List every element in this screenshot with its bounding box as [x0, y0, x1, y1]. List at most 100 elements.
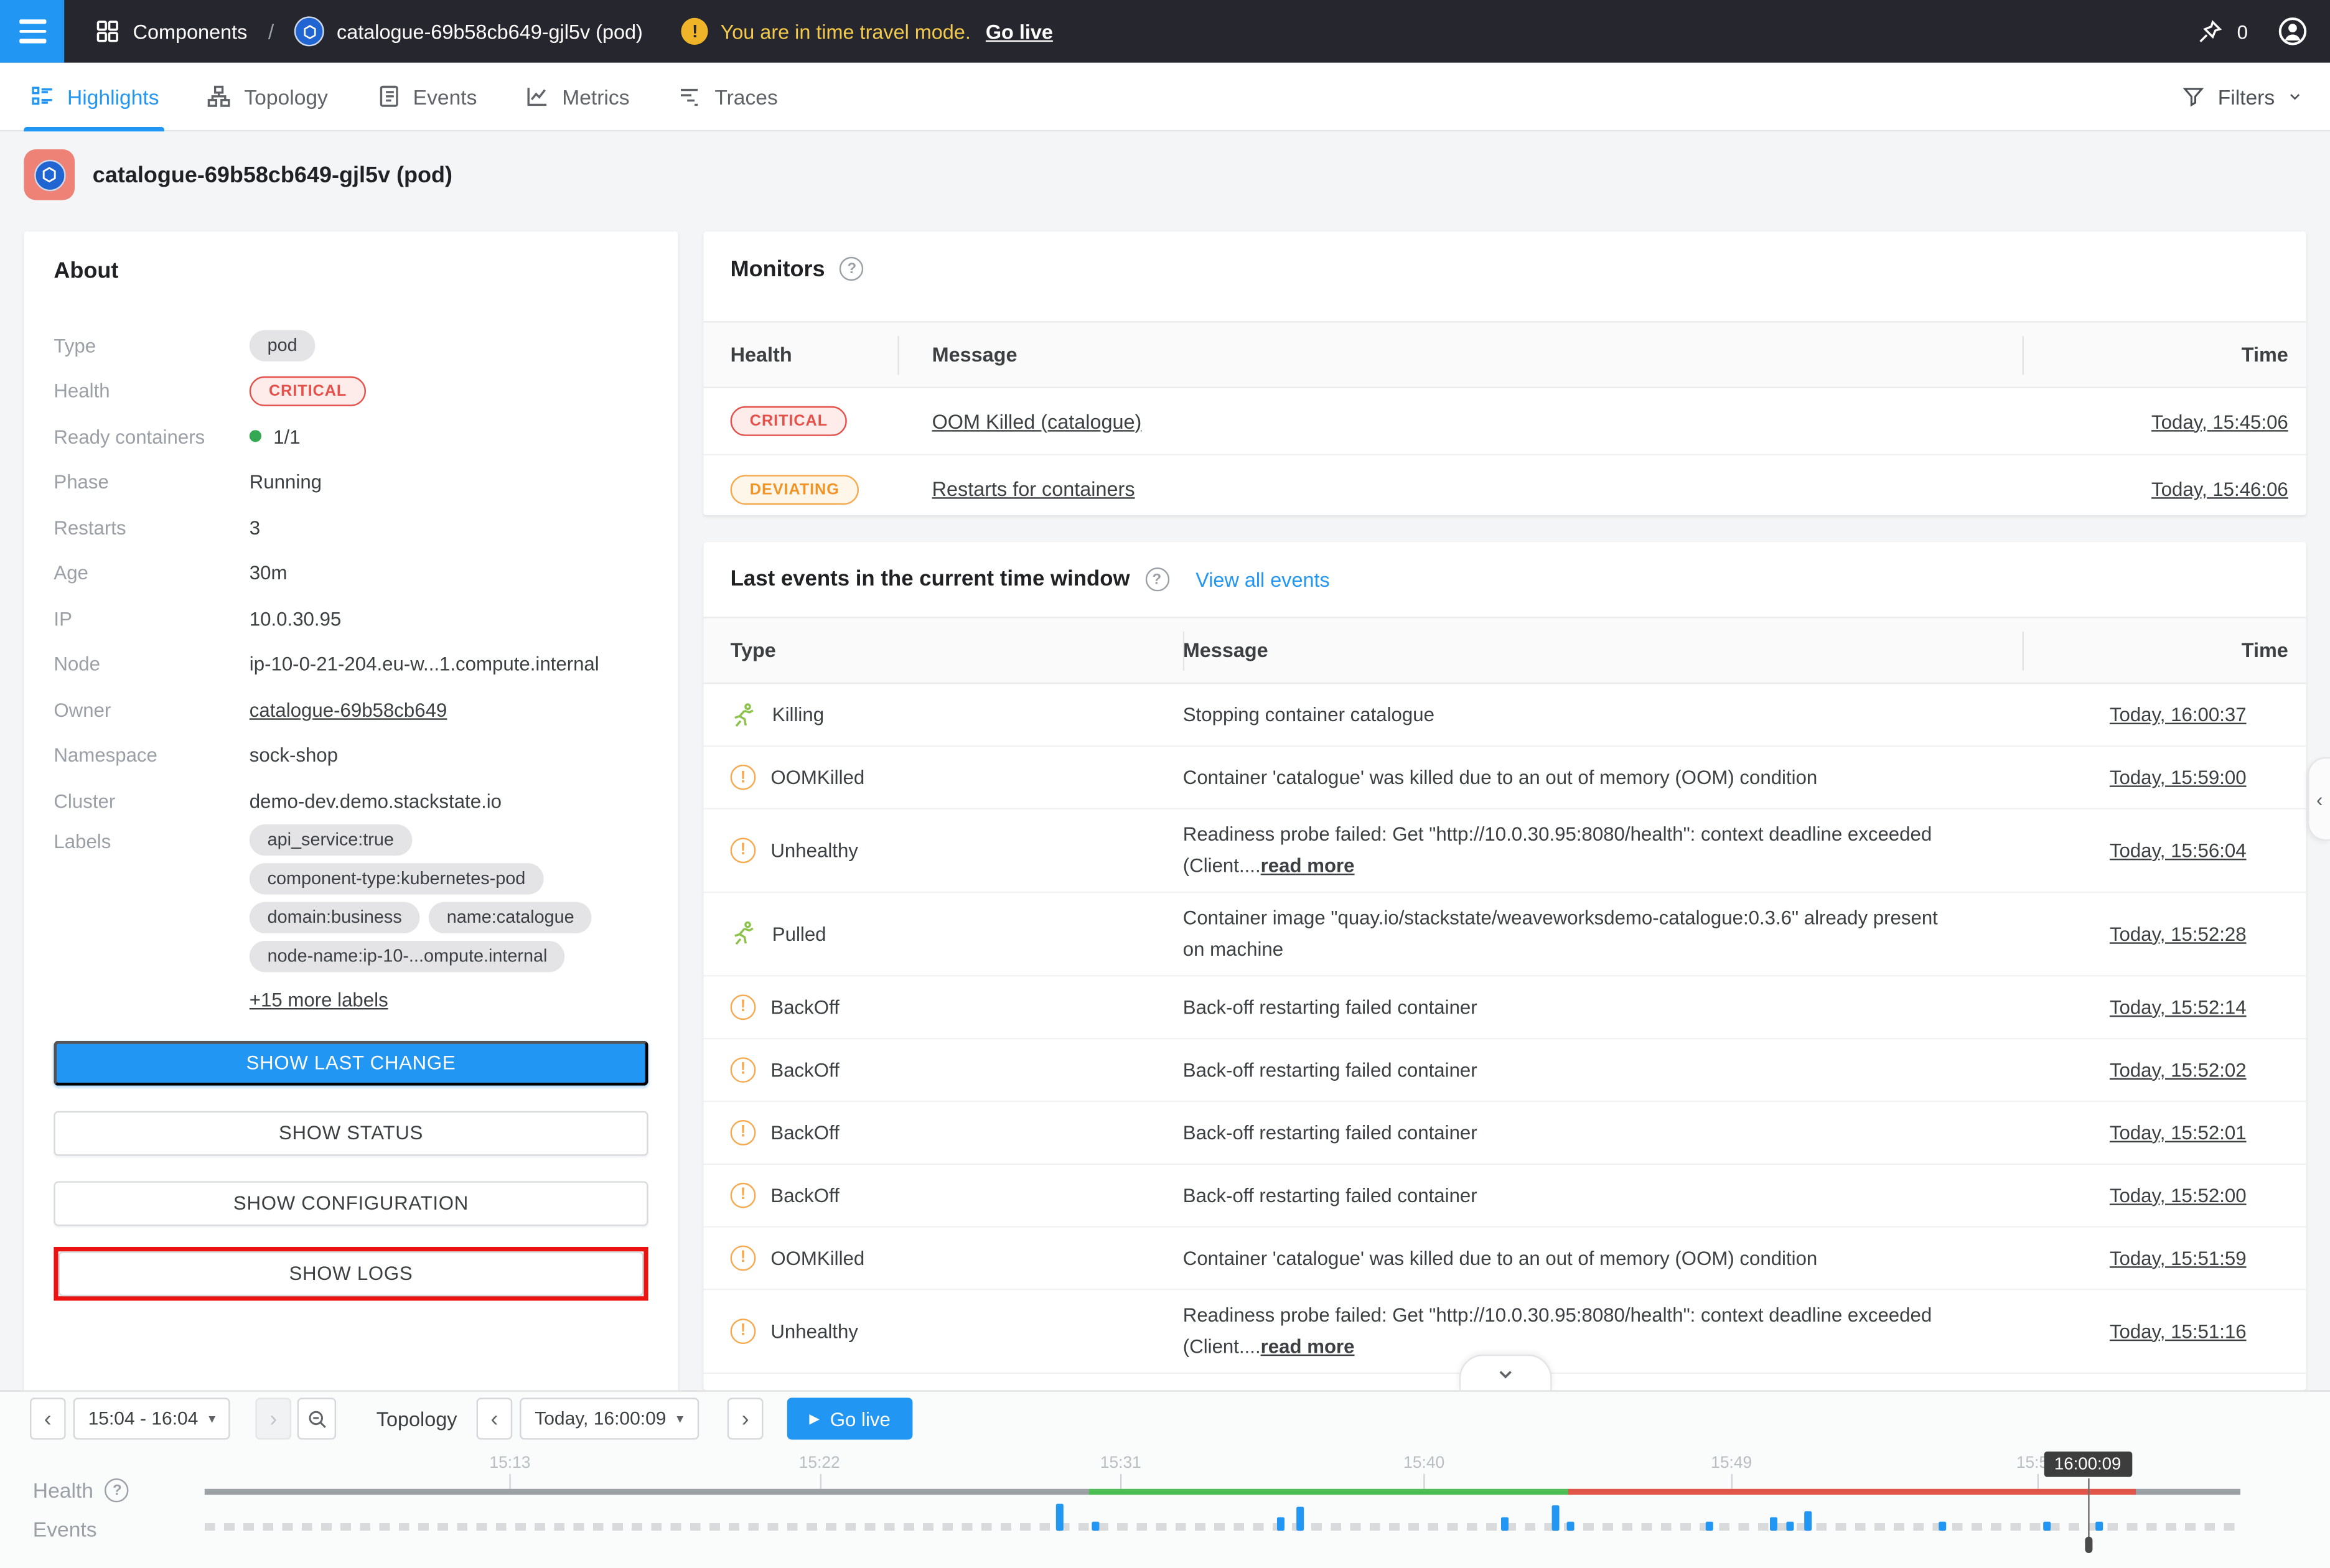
about-card: About Type pod Health CRITICAL Ready con…: [24, 231, 678, 1404]
label-chip: component-type:kubernetes-pod: [250, 862, 543, 894]
go-live-link[interactable]: Go live: [986, 20, 1053, 42]
event-type: BackOff: [770, 1058, 839, 1081]
show-logs-button[interactable]: SHOW LOGS: [58, 1251, 644, 1295]
help-icon[interactable]: ?: [105, 1478, 129, 1502]
event-row[interactable]: KillingStopping container catalogueToday…: [703, 684, 2306, 747]
expand-right-panel-button[interactable]: ‹: [2308, 757, 2330, 841]
monitor-row[interactable]: CRITICAL OOM Killed (catalogue) Today, 1…: [703, 388, 2306, 455]
event-bar[interactable]: [1296, 1507, 1303, 1531]
health-segment-unknown: [2136, 1489, 2240, 1495]
timeline-track[interactable]: 15:1315:2215:3115:4015:4915:58 16:00:09: [205, 1392, 2240, 1568]
event-bar[interactable]: [1502, 1517, 1509, 1531]
event-row[interactable]: PulledContainer image "quay.io/stackstat…: [703, 893, 2306, 976]
range-prev-button[interactable]: ‹: [30, 1398, 66, 1439]
scroll-down-button[interactable]: [1459, 1355, 1551, 1391]
warning-icon: !: [731, 1182, 756, 1208]
monitors-title: Monitors: [731, 256, 825, 282]
show-logs-highlight-box: SHOW LOGS: [54, 1246, 648, 1300]
event-message: Back-off restarting failed container: [1183, 1183, 1477, 1206]
event-bar[interactable]: [2043, 1522, 2051, 1531]
warning-icon: !: [731, 765, 756, 790]
topology-icon: [207, 83, 232, 109]
event-bar[interactable]: [1939, 1522, 1947, 1531]
event-time-link[interactable]: Today, 15:52:02: [2110, 1058, 2247, 1081]
time-travel-warning: ! You are in time travel mode. Go live: [681, 18, 1053, 45]
help-icon[interactable]: ?: [1145, 567, 1169, 591]
show-last-change-button[interactable]: SHOW LAST CHANGE: [54, 1040, 648, 1085]
tab-events[interactable]: Events: [370, 62, 483, 131]
event-bar[interactable]: [2096, 1522, 2103, 1531]
label-chip: api_service:true: [250, 824, 412, 855]
read-more-link[interactable]: read more: [1261, 855, 1355, 877]
more-labels-link[interactable]: +15 more labels: [250, 988, 388, 1010]
event-time-link[interactable]: Today, 15:59:00: [2110, 766, 2247, 788]
tab-topology[interactable]: Topology: [201, 62, 334, 131]
read-more-link[interactable]: read more: [1261, 1335, 1355, 1358]
event-time-link[interactable]: Today, 15:52:01: [2110, 1121, 2247, 1144]
metrics-icon: [525, 83, 550, 109]
time-indicator-handle[interactable]: [2085, 1537, 2092, 1553]
event-bar[interactable]: [1805, 1511, 1812, 1531]
user-avatar[interactable]: [2276, 15, 2309, 48]
app-root: Components / catalogue-69b58cb649-gjl5v …: [0, 0, 2330, 1568]
monitor-message-link[interactable]: OOM Killed (catalogue): [932, 410, 1142, 432]
warning-icon: !: [731, 1245, 756, 1271]
pin-icon[interactable]: [2195, 17, 2224, 46]
tab-traces[interactable]: Traces: [671, 62, 784, 131]
event-bar[interactable]: [1770, 1517, 1777, 1531]
event-time-link[interactable]: Today, 15:52:14: [2110, 996, 2247, 1018]
hamburger-menu-button[interactable]: [0, 0, 64, 63]
deviating-pill: DEVIATING: [731, 474, 859, 504]
breadcrumb-entity[interactable]: catalogue-69b58cb649-gjl5v (pod): [337, 20, 643, 42]
events-icon: [376, 83, 401, 109]
event-row[interactable]: !BackOffBack-off restarting failed conta…: [703, 1164, 2306, 1227]
events-table-header: Type Message Time: [703, 617, 2306, 684]
green-status-dot: [250, 431, 261, 442]
event-time-link[interactable]: Today, 15:56:04: [2110, 839, 2247, 862]
health-critical-pill: CRITICAL: [250, 376, 367, 406]
about-field-restarts: Restarts 3: [54, 505, 648, 550]
event-bar[interactable]: [1552, 1505, 1560, 1531]
monitors-table-header: Health Message Time: [703, 321, 2306, 388]
filter-funnel-icon: [2181, 83, 2206, 109]
about-field-cluster: Cluster demo-dev.demo.stackstate.io: [54, 778, 648, 823]
filters-button[interactable]: Filters: [2181, 83, 2303, 109]
breadcrumb-components[interactable]: Components: [133, 20, 248, 42]
event-time-link[interactable]: Today, 15:52:00: [2110, 1184, 2247, 1206]
event-time-link[interactable]: Today, 15:51:16: [2110, 1320, 2247, 1342]
warning-icon: !: [731, 838, 756, 863]
event-message: Container image "quay.io/stackstate/weav…: [1183, 907, 1938, 961]
event-bar[interactable]: [1278, 1517, 1285, 1531]
monitor-row[interactable]: DEVIATING Restarts for containers Today,…: [703, 455, 2306, 523]
event-bar[interactable]: [1566, 1522, 1574, 1531]
warning-icon: !: [731, 1318, 756, 1343]
show-status-button[interactable]: SHOW STATUS: [54, 1110, 648, 1155]
help-icon[interactable]: ?: [840, 257, 864, 281]
event-bar[interactable]: [1055, 1504, 1063, 1531]
tab-highlights[interactable]: Highlights: [24, 62, 165, 131]
about-field-ip: IP 10.0.30.95: [54, 596, 648, 642]
view-all-events-link[interactable]: View all events: [1195, 568, 1330, 590]
monitor-time-link[interactable]: Today, 15:45:06: [2151, 410, 2288, 432]
event-time-link[interactable]: Today, 16:00:37: [2110, 703, 2247, 726]
event-row[interactable]: !BackOffBack-off restarting failed conta…: [703, 1039, 2306, 1102]
event-row[interactable]: !UnhealthyReadiness probe failed: Get "h…: [703, 810, 2306, 893]
owner-link[interactable]: catalogue-69b58cb649: [250, 699, 447, 721]
event-row[interactable]: !BackOffBack-off restarting failed conta…: [703, 976, 2306, 1039]
event-bar[interactable]: [1705, 1522, 1713, 1531]
event-bar[interactable]: [1787, 1522, 1794, 1531]
event-time-link[interactable]: Today, 15:52:28: [2110, 923, 2247, 945]
monitor-time-link[interactable]: Today, 15:46:06: [2151, 478, 2288, 500]
event-time-link[interactable]: Today, 15:51:59: [2110, 1246, 2247, 1269]
monitor-message-link[interactable]: Restarts for containers: [932, 478, 1135, 500]
event-row[interactable]: !OOMKilledContainer 'catalogue' was kill…: [703, 747, 2306, 810]
event-message: Container 'catalogue' was killed due to …: [1183, 766, 1818, 788]
breadcrumb: Components / catalogue-69b58cb649-gjl5v …: [94, 16, 643, 46]
event-row[interactable]: !OOMKilledContainer 'catalogue' was kill…: [703, 1227, 2306, 1290]
event-message: Back-off restarting failed container: [1183, 996, 1477, 1018]
show-configuration-button[interactable]: SHOW CONFIGURATION: [54, 1180, 648, 1225]
about-field-type: Type pod: [54, 322, 648, 368]
event-bar[interactable]: [1092, 1522, 1100, 1531]
event-row[interactable]: !BackOffBack-off restarting failed conta…: [703, 1102, 2306, 1165]
tab-metrics[interactable]: Metrics: [519, 62, 636, 131]
